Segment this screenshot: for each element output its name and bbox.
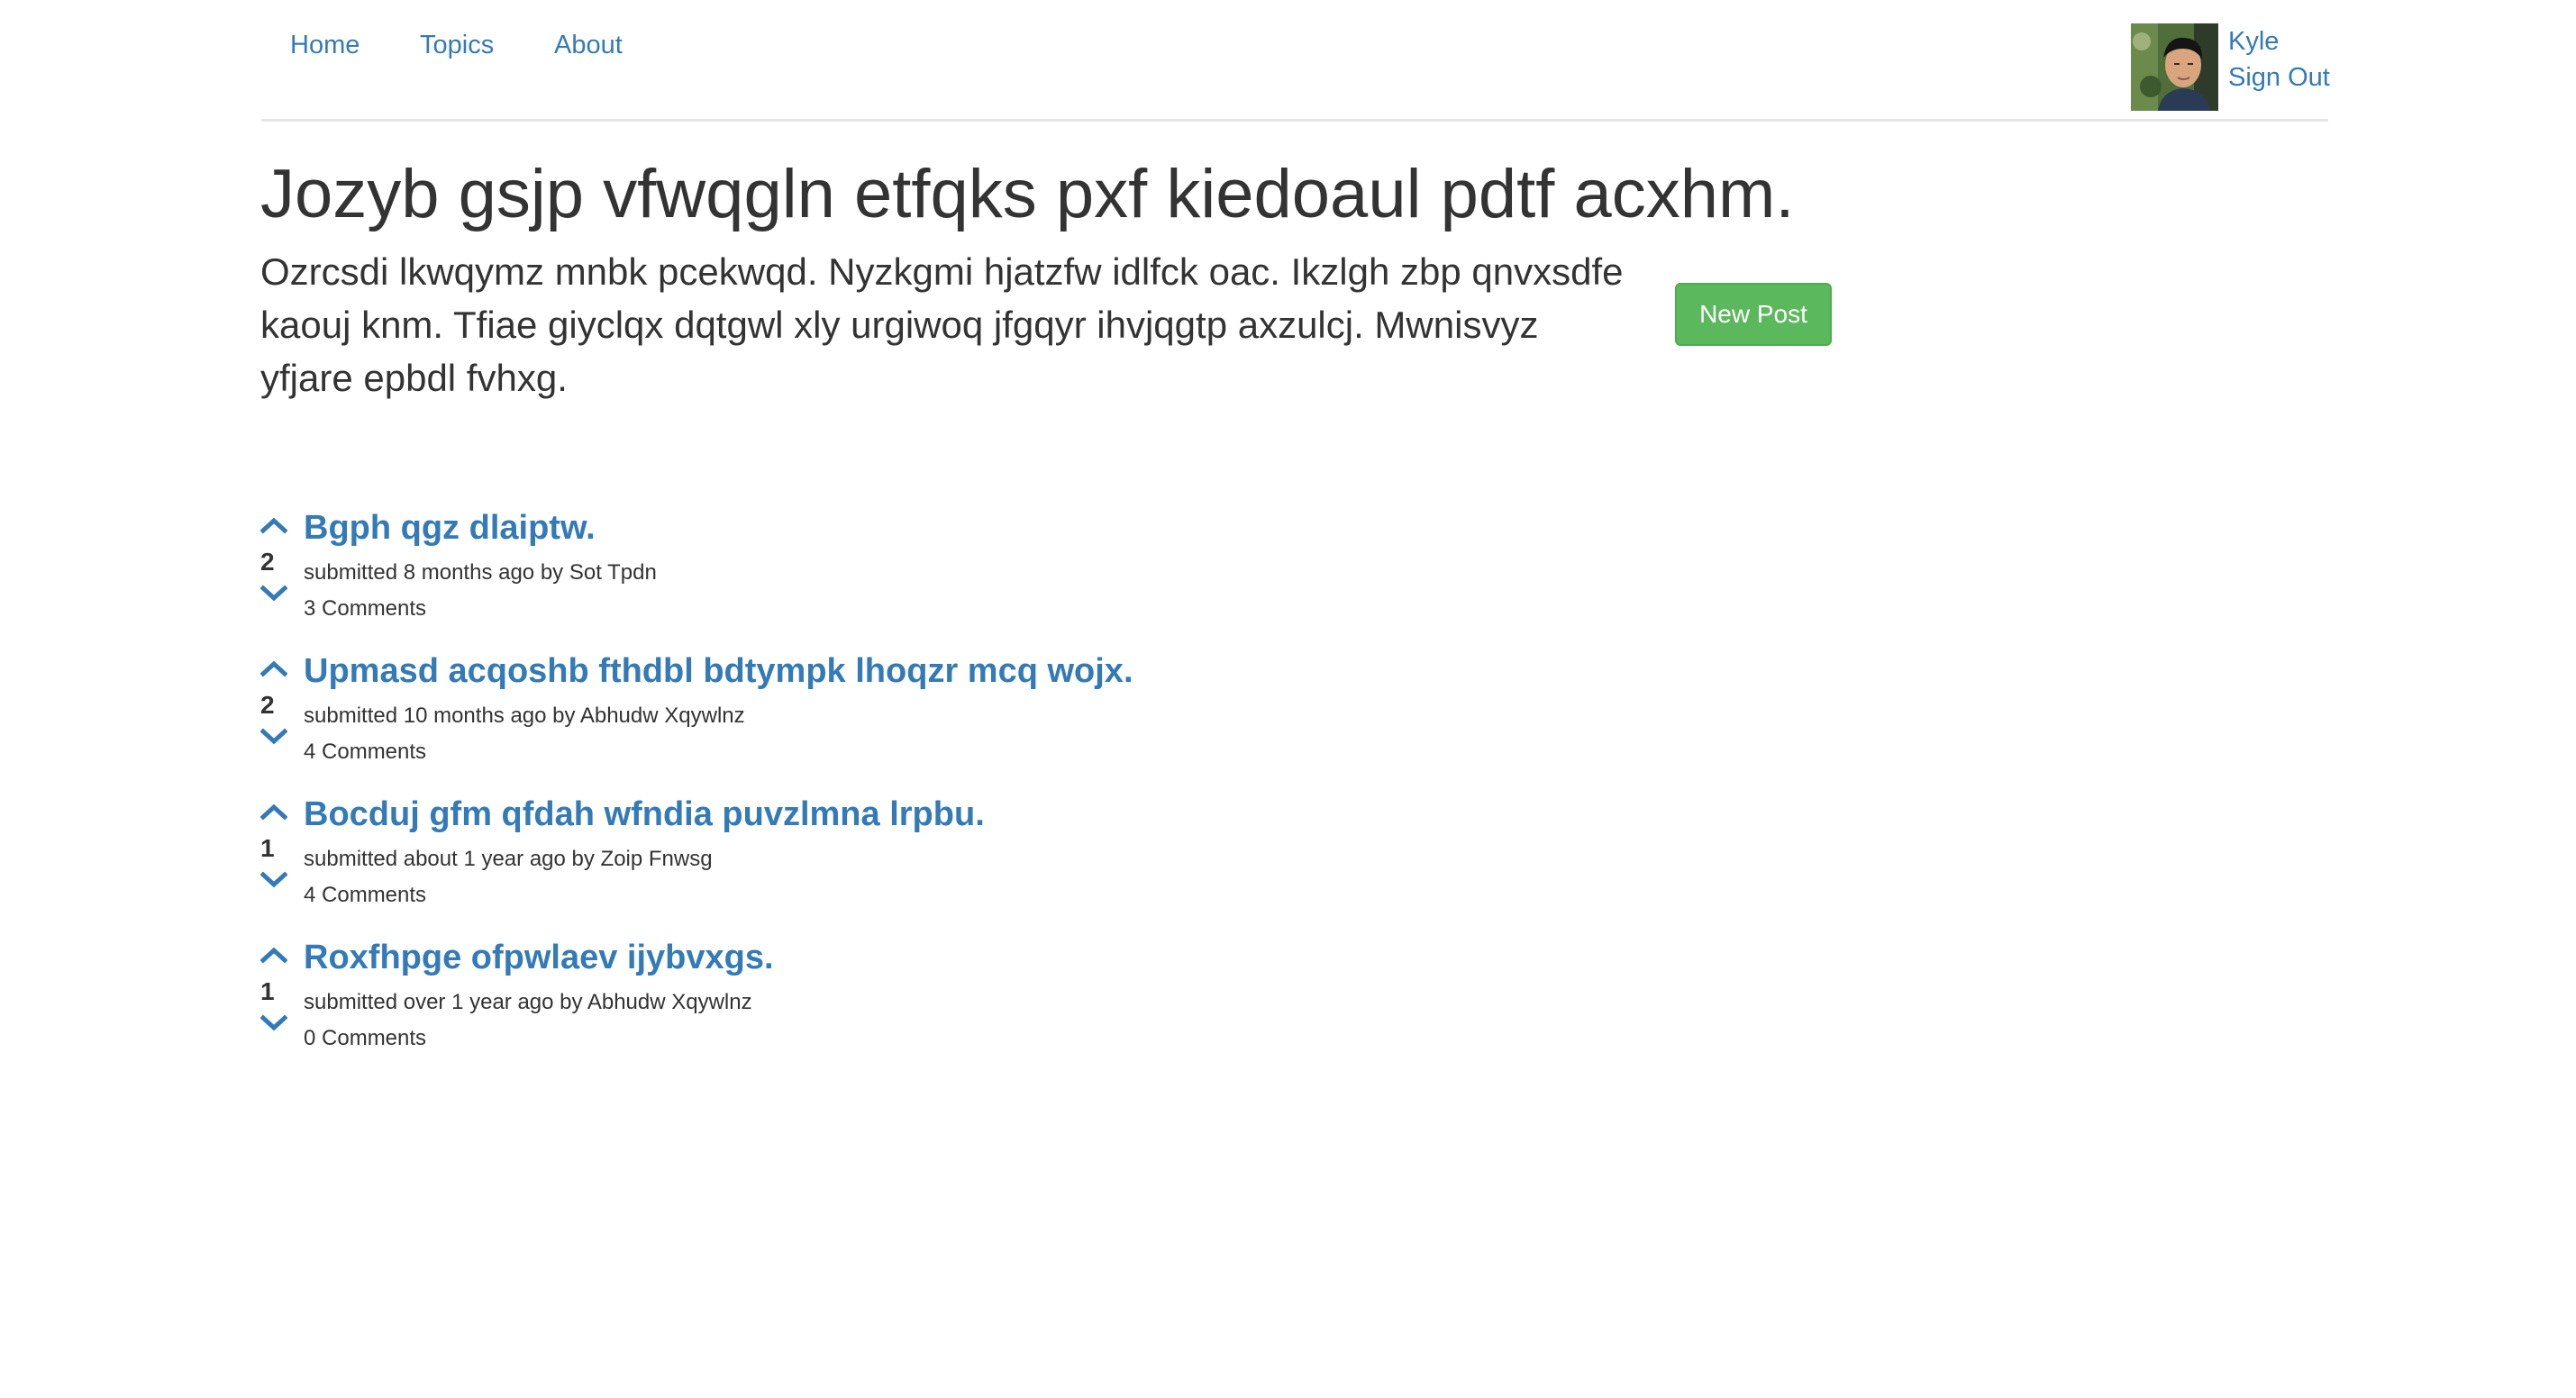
vote-count: 1 [260, 977, 275, 1005]
post-comments-link[interactable]: 3 Comments [304, 595, 426, 623]
vote-control: 1 [260, 794, 293, 929]
page-title: Jozyb gsjp vfwqgln etfqks pxf kiedoaul p… [260, 156, 1795, 232]
post-comments-link[interactable]: 0 Comments [304, 1024, 426, 1053]
post-item: 2 Upmasd acqoshb fthdbl bdtympk lhoqzr m… [260, 650, 1612, 785]
post-meta: submitted over 1 year ago by Abhudw Xqyw… [304, 990, 752, 1014]
post-comments-link[interactable]: 4 Comments [304, 738, 426, 767]
chevron-down-icon[interactable] [260, 585, 287, 603]
user-name-link[interactable]: Kyle [2228, 23, 2279, 59]
vote-control: 2 [260, 507, 293, 642]
nav-about-link[interactable]: About [554, 25, 623, 65]
post-meta: submitted about 1 year ago by Zoip Fnwsg [304, 847, 713, 871]
vote-control: 1 [260, 937, 293, 1072]
post-item: 1 Bocduj gfm qfdah wfndia puvzlmna lrpbu… [260, 794, 1612, 929]
chevron-up-icon[interactable] [260, 516, 287, 534]
chevron-down-icon[interactable] [260, 871, 287, 889]
post-title-link[interactable]: Upmasd acqoshb fthdbl bdtympk lhoqzr mcq… [304, 650, 1133, 692]
user-avatar-image [2131, 23, 2218, 111]
nav-topics-link[interactable]: Topics [420, 25, 494, 65]
chevron-down-icon[interactable] [260, 1014, 287, 1032]
post-comments-link[interactable]: 4 Comments [304, 881, 426, 910]
chevron-down-icon[interactable] [260, 728, 287, 746]
nav-home-link[interactable]: Home [290, 25, 360, 65]
post-title-link[interactable]: Bgph qgz dlaiptw. [304, 507, 596, 549]
vote-count: 2 [260, 548, 275, 576]
post-item: 1 Roxfhpge ofpwlaev ijybvxgs. submitted … [260, 937, 1612, 1072]
post-meta: submitted 10 months ago by Abhudw Xqywln… [304, 704, 745, 728]
post-meta: submitted 8 months ago by Sot Tpdn [304, 560, 657, 585]
sign-out-link[interactable]: Sign Out [2228, 59, 2330, 95]
post-title-link[interactable]: Bocduj gfm qfdah wfndia puvzlmna lrpbu. [304, 794, 985, 835]
new-post-button[interactable]: New Post [1675, 283, 1832, 346]
header-divider [261, 119, 2328, 122]
chevron-up-icon[interactable] [260, 659, 287, 677]
vote-count: 2 [260, 691, 275, 719]
avatar[interactable] [2131, 23, 2218, 111]
post-title-link[interactable]: Roxfhpge ofpwlaev ijybvxgs. [304, 937, 774, 978]
chevron-up-icon[interactable] [260, 946, 287, 964]
post-item: 2 Bgph qgz dlaiptw. submitted 8 months a… [260, 507, 1612, 642]
chevron-up-icon[interactable] [260, 803, 287, 821]
vote-count: 1 [260, 834, 275, 862]
page-description: Ozrcsdi lkwqymz mnbk pcekwqd. Nyzkgmi hj… [260, 250, 1624, 399]
vote-control: 2 [260, 650, 293, 785]
